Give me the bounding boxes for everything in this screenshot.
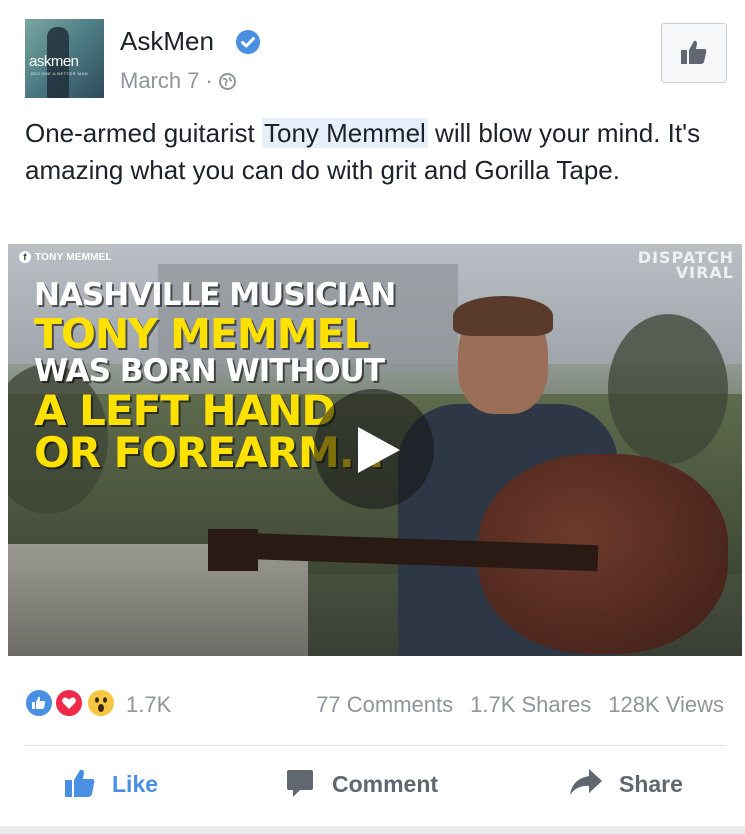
comment-label: Comment [332,771,439,797]
channel-name: TONY MEMMEL [35,252,112,263]
meta-separator: · [205,68,213,93]
page-name[interactable]: AskMen [120,26,214,57]
like-label: Like [112,771,159,797]
mention-link[interactable]: Tony Memmel [261,118,428,148]
video-tree [608,314,728,464]
play-button[interactable] [314,389,434,509]
video-channel-tag: f TONY MEMMEL [19,251,112,263]
page-avatar[interactable]: askmen BECOME A BETTER MAN [25,19,104,98]
shares-count[interactable]: 1.7K Shares [470,692,591,717]
guitar-headstock [208,529,258,571]
share-icon [570,769,602,795]
like-page-button[interactable] [661,23,727,83]
reaction-count[interactable]: 1.7K [126,692,171,718]
views-count[interactable]: 128K Views [608,692,724,717]
comments-count[interactable]: 77 Comments [316,692,453,717]
love-reaction-icon[interactable] [54,688,84,718]
watermark-line-2: VIRAL [675,263,734,282]
post-header: askmen BECOME A BETTER MAN AskMen March … [0,0,745,110]
avatar-tagline: BECOME A BETTER MAN [31,71,89,76]
verified-badge-icon [236,30,260,54]
comment-icon [287,770,313,797]
thumbs-up-icon [681,40,707,64]
facebook-icon: f [19,251,31,263]
globe-icon [218,73,236,90]
post-text: One-armed guitarist Tony Memmel will blo… [25,115,725,189]
post-stats: 1.7K 77 Comments 1.7K Shares 128K Views [0,680,745,726]
avatar-logo: askmen [29,53,79,70]
post-actions: Like Comment Share [0,760,745,815]
person-hair [453,296,553,336]
video-watermark: DISPATCH VIRAL [638,250,734,282]
share-label: Share [619,771,683,797]
engagement-counts: 77 Comments 1.7K Shares 128K Views [299,692,724,718]
play-icon [358,427,400,473]
feed-separator [0,826,745,834]
headline-line-3: WAS BORN WITHOUT [34,353,385,389]
divider [24,745,726,746]
like-reaction-icon[interactable] [24,688,54,718]
post-meta: March 7 · [120,68,236,94]
thumbs-up-icon [65,769,95,797]
headline-line-2: TONY MEMMEL [34,310,370,358]
headline-line-1: NASHVILLE MUSICIAN [34,277,396,313]
post-text-start: One-armed guitarist [25,118,262,148]
post-date[interactable]: March 7 [120,68,199,93]
video-ledge [8,544,308,656]
wow-reaction-icon[interactable] [86,688,116,718]
video-player[interactable]: f TONY MEMMEL DISPATCH VIRAL NASHVILLE MU… [8,244,742,656]
